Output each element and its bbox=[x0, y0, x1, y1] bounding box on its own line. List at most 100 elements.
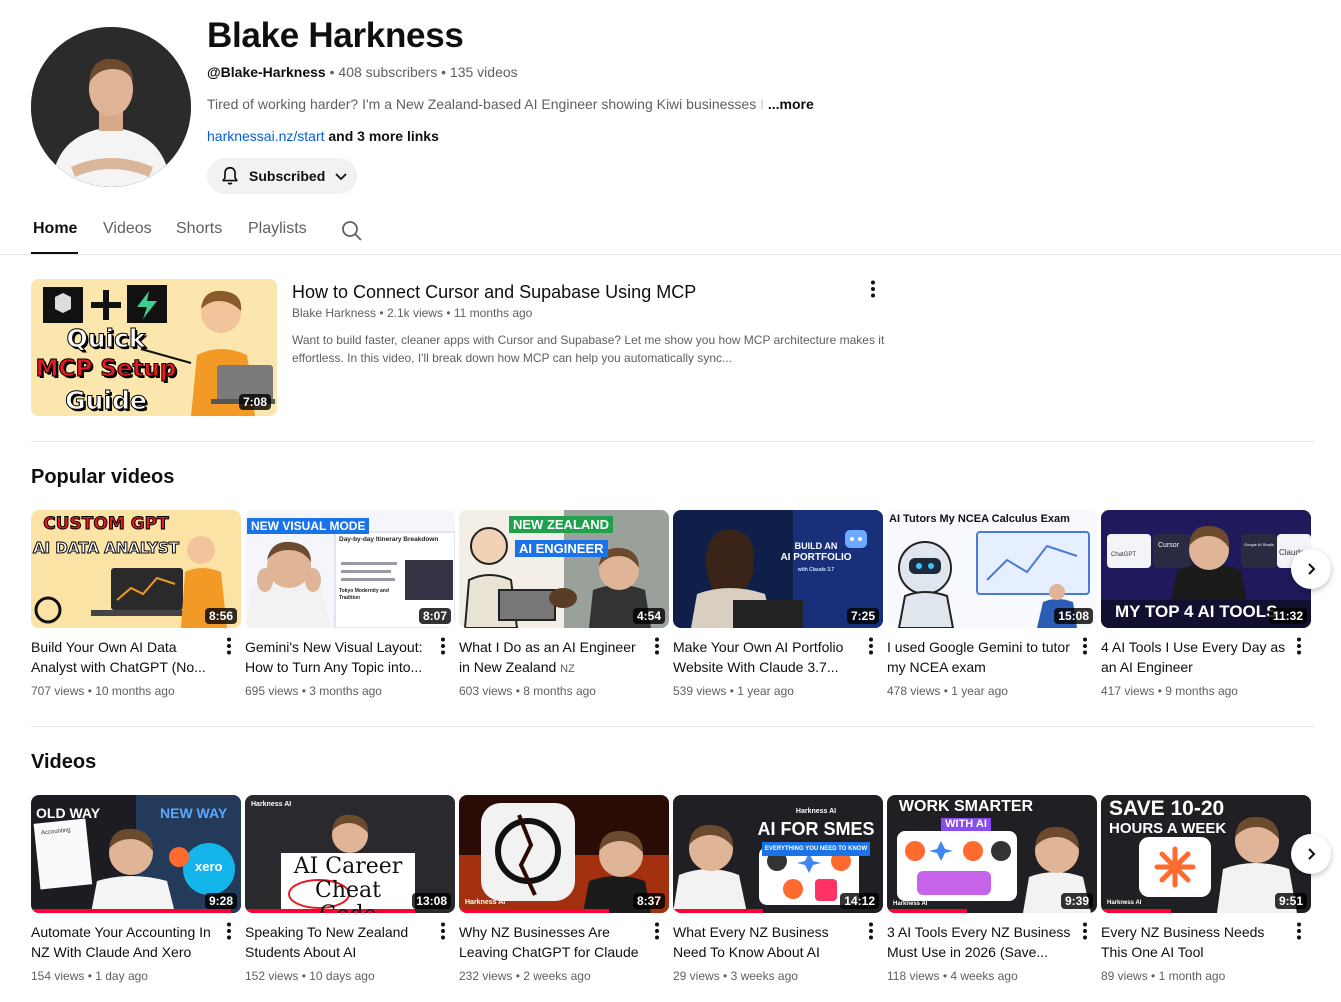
channel-tabs: Home Videos Shorts Playlists bbox=[0, 206, 1341, 255]
video-card[interactable]: WORK SMARTER WITH AI Harkness AI 9:39 3 … bbox=[887, 795, 1097, 983]
video-title[interactable]: 4 AI Tools I Use Every Day as an AI Engi… bbox=[1101, 637, 1287, 677]
thumb-text-3: Harkness AI bbox=[795, 808, 837, 815]
video-title[interactable]: What I Do as an AI Engineer in New Zeala… bbox=[459, 637, 645, 677]
video-stats: 603 views • 8 months ago bbox=[459, 684, 596, 698]
video-thumbnail[interactable]: CUSTOM GPT AI DATA ANALYST 8:56 bbox=[31, 510, 241, 628]
video-title[interactable]: Build Your Own AI Data Analyst with Chat… bbox=[31, 637, 217, 677]
tab-shorts[interactable]: Shorts bbox=[176, 220, 222, 238]
more-vert-icon[interactable] bbox=[433, 636, 453, 656]
video-age: 1 year ago bbox=[951, 684, 1008, 698]
video-thumbnail[interactable]: Harkness AI AI Career Cheat Code 13:08 bbox=[245, 795, 455, 913]
duration-badge: 4:54 bbox=[632, 608, 665, 624]
tab-videos[interactable]: Videos bbox=[103, 220, 152, 238]
video-title[interactable]: Gemini's New Visual Layout: How to Turn … bbox=[245, 637, 431, 677]
video-stats: 539 views • 1 year ago bbox=[673, 684, 794, 698]
more-vert-icon[interactable] bbox=[863, 279, 883, 299]
video-stats: 154 views • 1 day ago bbox=[31, 969, 148, 983]
video-title[interactable]: Automate Your Accounting In NZ With Clau… bbox=[31, 922, 217, 962]
subscribed-button[interactable]: Subscribed bbox=[207, 158, 357, 194]
video-views: 695 views bbox=[245, 684, 299, 698]
bell-icon bbox=[222, 166, 238, 185]
video-title[interactable]: Every NZ Business Needs This One AI Tool bbox=[1101, 922, 1287, 962]
video-thumbnail[interactable]: Harkness AI 8:37 bbox=[459, 795, 669, 913]
more-vert-icon[interactable] bbox=[219, 921, 239, 941]
more-vert-icon[interactable] bbox=[1289, 636, 1309, 656]
featured-title[interactable]: How to Connect Cursor and Supabase Using… bbox=[292, 282, 696, 303]
channel-avatar[interactable] bbox=[31, 27, 191, 187]
description-fade: I bbox=[756, 96, 764, 112]
video-title[interactable]: Speaking To New Zealand Students About A… bbox=[245, 922, 431, 962]
video-views: 478 views bbox=[887, 684, 941, 698]
channel-link[interactable]: harknessai.nz/start bbox=[207, 128, 325, 144]
video-card[interactable]: Harkness AI AI Career Cheat Code 13:08 S… bbox=[245, 795, 455, 983]
more-vert-icon[interactable] bbox=[433, 921, 453, 941]
more-vert-icon[interactable] bbox=[1289, 921, 1309, 941]
video-card[interactable]: ChatGPT Cursor Google AI Studio Claude M… bbox=[1101, 510, 1311, 698]
video-thumbnail[interactable]: Harkness AI AI FOR SMES EVERYTHING YOU N… bbox=[673, 795, 883, 913]
thumb-text-2: ChatGPT bbox=[1111, 552, 1137, 558]
video-card[interactable]: Harkness AI AI FOR SMES EVERYTHING YOU N… bbox=[673, 795, 883, 983]
video-card[interactable]: Harkness AI 8:37 Why NZ Businesses Are L… bbox=[459, 795, 669, 983]
tab-playlists[interactable]: Playlists bbox=[248, 220, 307, 238]
video-age: 3 weeks ago bbox=[730, 969, 798, 983]
featured-description[interactable]: Want to build faster, cleaner apps with … bbox=[292, 331, 892, 367]
video-card[interactable]: NEW ZEALAND AI ENGINEER 4:54 What I Do a… bbox=[459, 510, 669, 698]
popular-heading[interactable]: Popular videos bbox=[31, 466, 174, 489]
video-thumbnail[interactable]: NEW VISUAL MODE Day-by-day Itinerary Bre… bbox=[245, 510, 455, 628]
video-stats: 29 views • 3 weeks ago bbox=[673, 969, 798, 983]
more-vert-icon[interactable] bbox=[1075, 636, 1095, 656]
video-title[interactable]: 3 AI Tools Every NZ Business Must Use in… bbox=[887, 922, 1073, 962]
video-card[interactable]: BUILD AN AI PORTFOLIO with Claude 3.7 7:… bbox=[673, 510, 883, 698]
video-title[interactable]: Why NZ Businesses Are Leaving ChatGPT fo… bbox=[459, 922, 645, 962]
more-vert-icon[interactable] bbox=[219, 636, 239, 656]
video-age: 10 days ago bbox=[309, 969, 375, 983]
search-icon[interactable] bbox=[340, 219, 364, 243]
video-card[interactable]: OLD WAY NEW WAY Accounting xero 9:28 Aut… bbox=[31, 795, 241, 983]
video-thumbnail[interactable]: OLD WAY NEW WAY Accounting xero 9:28 bbox=[31, 795, 241, 913]
video-thumbnail[interactable]: ChatGPT Cursor Google AI Studio Claude M… bbox=[1101, 510, 1311, 628]
channel-description[interactable]: Tired of working harder? I'm a New Zeala… bbox=[207, 96, 814, 112]
videos-next-button[interactable] bbox=[1291, 834, 1331, 874]
video-age: 1 month ago bbox=[1158, 969, 1226, 983]
video-stats: 232 views • 2 weeks ago bbox=[459, 969, 591, 983]
featured-thumbnail[interactable]: Quick MCP Setup Guide 7:08 bbox=[31, 279, 277, 416]
video-card[interactable]: AI Tutors My NCEA Calculus Exam 15:08 I … bbox=[887, 510, 1097, 698]
video-title[interactable]: What Every NZ Business Need To Know Abou… bbox=[673, 922, 859, 962]
video-card[interactable]: SAVE 10-20 HOURS A WEEK Harkness AI 9:51… bbox=[1101, 795, 1311, 983]
more-vert-icon[interactable] bbox=[647, 921, 667, 941]
duration-badge: 9:28 bbox=[204, 893, 237, 909]
description-more-link[interactable]: ...more bbox=[768, 96, 814, 112]
featured-thumb-line-1: Quick bbox=[66, 324, 146, 354]
video-age: 4 weeks ago bbox=[950, 969, 1018, 983]
video-card[interactable]: CUSTOM GPT AI DATA ANALYST 8:56 Build Yo… bbox=[31, 510, 241, 698]
video-views: 232 views bbox=[459, 969, 513, 983]
tab-home[interactable]: Home bbox=[33, 220, 77, 238]
featured-views: 2.1k views bbox=[386, 306, 443, 320]
video-views: 118 views bbox=[887, 969, 940, 983]
thumb-text: AI Career bbox=[293, 854, 403, 879]
more-vert-icon[interactable] bbox=[861, 921, 881, 941]
thumb-text: BUILD AN bbox=[794, 541, 838, 551]
video-card[interactable]: NEW VISUAL MODE Day-by-day Itinerary Bre… bbox=[245, 510, 455, 698]
thumb-text-2: AI PORTFOLIO bbox=[780, 552, 852, 563]
more-links[interactable]: and 3 more links bbox=[328, 128, 438, 144]
videos-heading[interactable]: Videos bbox=[31, 751, 96, 774]
more-vert-icon[interactable] bbox=[647, 636, 667, 656]
channel-meta: @Blake-Harkness • 408 subscribers • 135 … bbox=[207, 64, 518, 80]
video-thumbnail[interactable]: AI Tutors My NCEA Calculus Exam 15:08 bbox=[887, 510, 1097, 628]
video-views: 707 views bbox=[31, 684, 85, 698]
more-vert-icon[interactable] bbox=[1075, 921, 1095, 941]
video-title[interactable]: I used Google Gemini to tutor my NCEA ex… bbox=[887, 637, 1073, 677]
video-age: 8 months ago bbox=[523, 684, 596, 698]
video-thumbnail[interactable]: WORK SMARTER WITH AI Harkness AI 9:39 bbox=[887, 795, 1097, 913]
video-thumbnail[interactable]: NEW ZEALAND AI ENGINEER 4:54 bbox=[459, 510, 669, 628]
video-thumbnail[interactable]: SAVE 10-20 HOURS A WEEK Harkness AI 9:51 bbox=[1101, 795, 1311, 913]
featured-author[interactable]: Blake Harkness bbox=[292, 306, 376, 320]
video-title[interactable]: Make Your Own AI Portfolio Website With … bbox=[673, 637, 859, 677]
video-thumbnail[interactable]: BUILD AN AI PORTFOLIO with Claude 3.7 7:… bbox=[673, 510, 883, 628]
featured-thumb-line-2: MCP Setup bbox=[35, 356, 177, 383]
more-vert-icon[interactable] bbox=[861, 636, 881, 656]
thumb-text-2: EVERYTHING YOU NEED TO KNOW bbox=[761, 842, 871, 856]
popular-next-button[interactable] bbox=[1291, 549, 1331, 589]
video-views: 152 views bbox=[245, 969, 299, 983]
